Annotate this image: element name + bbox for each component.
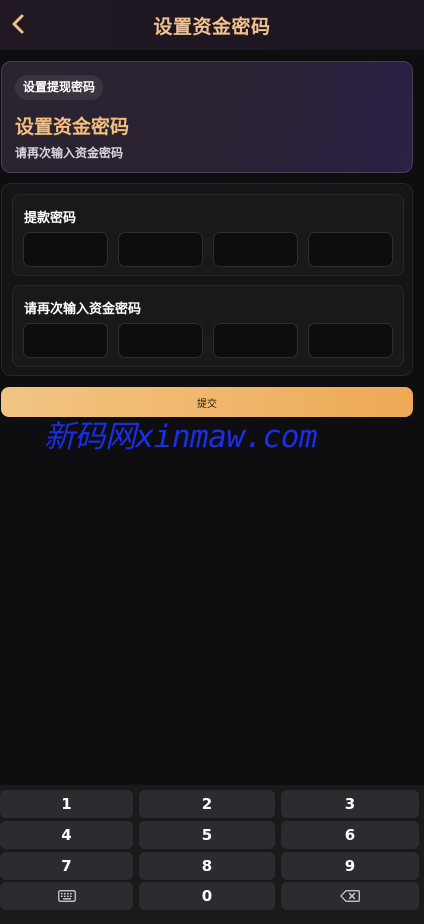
pin-digit-input[interactable] (308, 323, 393, 358)
pin-digit-input[interactable] (308, 232, 393, 267)
pin-digit-input[interactable] (23, 232, 108, 267)
keyboard-icon (57, 890, 76, 902)
pin-digit-input[interactable] (118, 232, 203, 267)
chevron-left-icon (12, 14, 24, 34)
key-4[interactable]: 4 (0, 821, 133, 849)
intro-subtitle: 请再次输入资金密码 (15, 146, 124, 160)
key-6[interactable]: 6 (281, 821, 419, 849)
backspace-icon (340, 890, 360, 902)
intro-card: 设置提现密码 设置资金密码 请再次输入资金密码 (1, 61, 413, 173)
pin-digit-input[interactable] (23, 323, 108, 358)
key-5[interactable]: 5 (139, 821, 275, 849)
submit-label: 提交 (197, 398, 217, 410)
withdraw-password-label: 提款密码 (24, 211, 77, 226)
app-header: 设置资金密码 (0, 0, 424, 50)
hide-keyboard-button[interactable] (0, 882, 133, 910)
delete-button[interactable] (281, 882, 419, 910)
confirm-password-inputs (23, 323, 395, 358)
page-title: 设置资金密码 (153, 15, 271, 38)
key-2[interactable]: 2 (139, 790, 275, 818)
key-8[interactable]: 8 (139, 852, 275, 880)
confirm-password-label: 请再次输入资金密码 (24, 302, 142, 317)
withdraw-password-field: 提款密码 (12, 194, 404, 276)
back-button[interactable] (4, 9, 32, 39)
intro-title: 设置资金密码 (15, 116, 130, 138)
key-3[interactable]: 3 (281, 790, 419, 818)
confirm-password-field: 请再次输入资金密码 (12, 285, 404, 367)
pin-digit-input[interactable] (213, 323, 298, 358)
withdraw-password-inputs (23, 232, 395, 267)
watermark: 新码网xinmaw.com (44, 419, 318, 455)
section-tag: 设置提现密码 (15, 75, 104, 100)
key-7[interactable]: 7 (0, 852, 133, 880)
numeric-keypad: 1 2 3 4 5 6 7 8 9 0 (0, 785, 424, 924)
password-form: 提款密码 请再次输入资金密码 (1, 183, 413, 376)
pin-digit-input[interactable] (213, 232, 298, 267)
key-1[interactable]: 1 (0, 790, 133, 818)
key-9[interactable]: 9 (281, 852, 419, 880)
key-0[interactable]: 0 (139, 882, 275, 910)
pin-digit-input[interactable] (118, 323, 203, 358)
